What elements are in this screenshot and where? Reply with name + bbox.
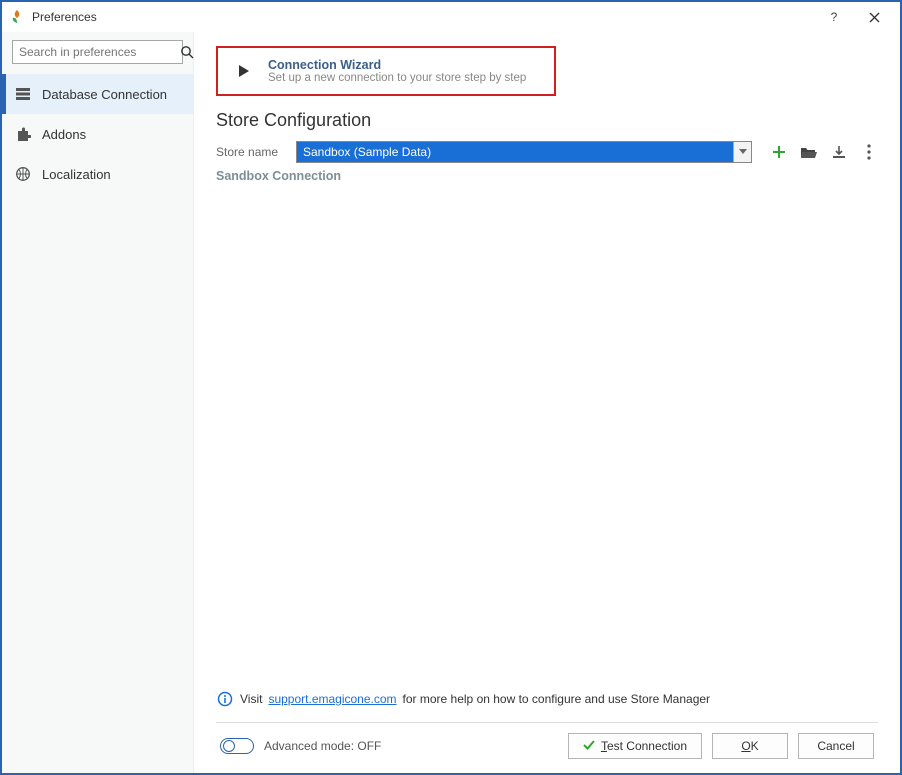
add-store-button[interactable]	[770, 143, 788, 161]
sidebar-item-label: Localization	[42, 167, 111, 182]
addons-icon	[14, 125, 32, 143]
connection-wizard-button[interactable]: Connection Wizard Set up a new connectio…	[216, 46, 556, 96]
bottom-bar: Advanced mode: OFF Test Connection OK Ca…	[216, 722, 878, 763]
advanced-mode-toggle[interactable]	[220, 738, 254, 754]
kebab-icon	[867, 144, 871, 160]
info-row: Visit support.emagicone.com for more hel…	[216, 684, 878, 722]
connection-name: Sandbox Connection	[216, 169, 878, 183]
search-field[interactable]	[13, 45, 180, 59]
sidebar-item-addons[interactable]: Addons	[2, 114, 193, 154]
search-input[interactable]	[12, 40, 183, 64]
play-icon	[232, 60, 254, 82]
sidebar-item-label: Database Connection	[42, 87, 167, 102]
sidebar-item-database-connection[interactable]: Database Connection	[2, 74, 193, 114]
section-title: Store Configuration	[216, 110, 878, 131]
info-text-suffix: for more help on how to configure and us…	[403, 692, 711, 706]
plus-icon	[771, 144, 787, 160]
test-connection-button[interactable]: Test Connection	[568, 733, 702, 759]
toggle-knob	[223, 740, 235, 752]
open-folder-button[interactable]	[800, 143, 818, 161]
help-button[interactable]: ?	[814, 2, 854, 32]
ok-label: OK	[741, 739, 758, 753]
download-button[interactable]	[830, 143, 848, 161]
titlebar: Preferences ?	[2, 2, 900, 32]
help-icon: ?	[831, 10, 838, 24]
advanced-mode-label: Advanced mode: OFF	[264, 739, 381, 753]
store-name-label: Store name	[216, 145, 288, 159]
content-area: Connection Wizard Set up a new connectio…	[194, 32, 900, 773]
sidebar: Database Connection Addons Localization	[2, 32, 194, 773]
wizard-subtitle: Set up a new connection to your store st…	[268, 72, 526, 84]
support-link[interactable]: support.emagicone.com	[268, 692, 396, 706]
more-options-button[interactable]	[860, 143, 878, 161]
store-name-combobox[interactable]: Sandbox (Sample Data)	[296, 141, 752, 163]
cancel-label: Cancel	[817, 739, 854, 753]
test-connection-label: Test Connection	[601, 739, 687, 753]
sidebar-item-localization[interactable]: Localization	[2, 154, 193, 194]
database-icon	[14, 85, 32, 103]
sidebar-item-label: Addons	[42, 127, 86, 142]
wizard-title: Connection Wizard	[268, 58, 526, 72]
search-icon	[180, 45, 194, 59]
check-icon	[583, 739, 595, 753]
info-icon	[216, 690, 234, 708]
close-icon	[869, 12, 880, 23]
app-logo-icon	[8, 8, 26, 26]
globe-icon	[14, 165, 32, 183]
close-button[interactable]	[854, 2, 894, 32]
ok-button[interactable]: OK	[712, 733, 788, 759]
store-name-value: Sandbox (Sample Data)	[297, 142, 733, 162]
folder-open-icon	[800, 145, 818, 159]
window-title: Preferences	[32, 10, 97, 24]
download-icon	[831, 144, 847, 160]
cancel-button[interactable]: Cancel	[798, 733, 874, 759]
info-text-prefix: Visit	[240, 692, 262, 706]
chevron-down-icon[interactable]	[733, 142, 751, 162]
